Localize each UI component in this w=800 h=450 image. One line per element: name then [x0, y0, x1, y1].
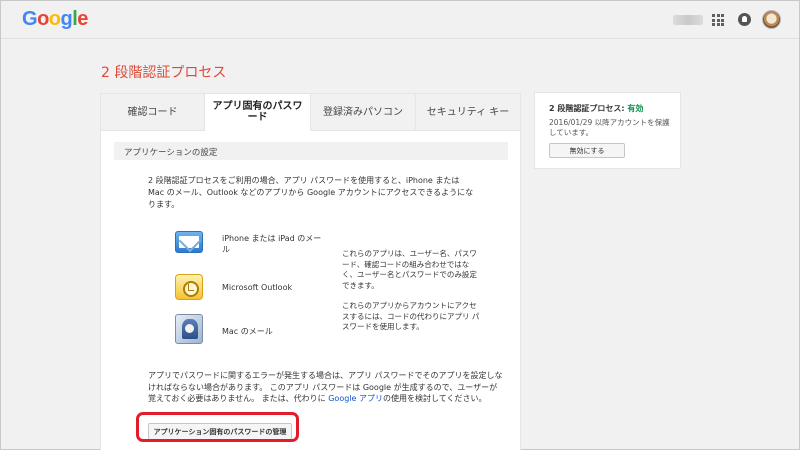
app-label: Mac のメール — [222, 327, 273, 336]
logo-letter: g — [60, 8, 73, 30]
avatar[interactable] — [762, 10, 781, 29]
top-bar: Google — [1, 1, 799, 39]
app-row-mac-mail: Mac のメール — [173, 314, 323, 350]
disable-button[interactable]: 無効にする — [549, 143, 625, 158]
side-note-2: これらのアプリからアカウントにアクセスするには、コードの代わりにアプリ パスワー… — [342, 301, 480, 331]
tab-security-keys[interactable]: セキュリティ キー — [416, 94, 520, 131]
google-apps-link[interactable]: Google アプリ — [328, 394, 383, 403]
google-logo[interactable]: Google — [22, 8, 88, 31]
logo-letter: G — [22, 8, 38, 30]
app-label: Microsoft Outlook — [222, 283, 293, 292]
section-header: アプリケーションの設定 — [114, 142, 508, 160]
highlight-annotation — [136, 412, 299, 442]
logo-letter: o — [48, 8, 61, 30]
error-note-text-end: の使用を検討してください。 — [382, 394, 487, 403]
app-label: iPhone または iPad のメール — [222, 234, 322, 254]
apps-grid-icon[interactable] — [712, 14, 724, 26]
tab-registered-computers[interactable]: 登録済みパソコン — [311, 94, 416, 131]
page-title: 2 段階認証プロセス — [101, 65, 227, 81]
status-card: 2 段階認証プロセス: 有効 2016/01/29 以降アカウントを保護していま… — [534, 92, 681, 169]
tab-bar: 確認コード アプリ固有のパスワード 登録済みパソコン セキュリティ キー — [101, 94, 520, 131]
main-card: 確認コード アプリ固有のパスワード 登録済みパソコン セキュリティ キー アプリ… — [100, 93, 521, 450]
blurred-user-name — [673, 15, 703, 25]
side-note-1: これらのアプリは、ユーザー名、パスワード、確認コードの組み合わせではなく、ユーザ… — [342, 249, 477, 290]
status-description: 2016/01/29 以降アカウントを保護しています。 — [549, 118, 670, 137]
status-title: 2 段階認証プロセス: 有効 — [549, 103, 643, 114]
tab-verification-codes[interactable]: 確認コード — [101, 94, 205, 131]
iphone-mail-icon — [175, 231, 203, 253]
logo-letter: e — [77, 8, 88, 30]
intro-text: 2 段階認証プロセスをご利用の場合、アプリ パスワードを使用すると、iPhone… — [148, 176, 474, 209]
status-badge: 有効 — [627, 104, 644, 113]
outlook-icon — [175, 274, 203, 300]
side-note: これらのアプリは、ユーザー名、パスワード、確認コードの組み合わせではなく、ユーザ… — [342, 249, 480, 343]
app-row-iphone-mail: iPhone または iPad のメール — [173, 228, 323, 264]
mac-mail-icon — [175, 314, 203, 344]
status-title-text: 2 段階認証プロセス: — [549, 104, 628, 113]
error-note: アプリでパスワードに関するエラーが発生する場合は、アプリ パスワードでそのアプリ… — [148, 370, 503, 405]
logo-letter: o — [37, 8, 49, 30]
app-row-outlook: Microsoft Outlook — [173, 272, 323, 308]
notifications-icon[interactable] — [738, 13, 751, 26]
tab-app-passwords[interactable]: アプリ固有のパスワード — [205, 94, 311, 131]
